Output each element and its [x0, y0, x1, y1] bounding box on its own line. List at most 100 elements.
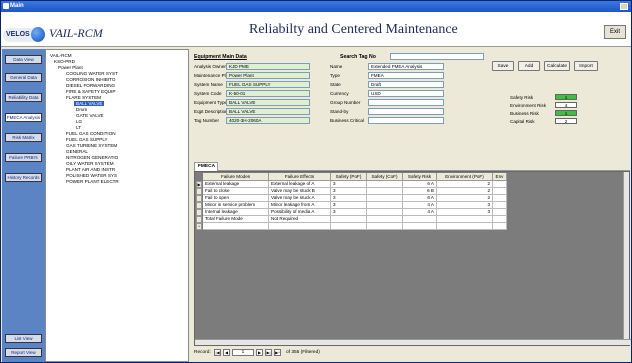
exit-button[interactable]: Exit — [604, 25, 626, 39]
equipment-type-field[interactable]: BALL VALVE — [226, 99, 310, 106]
tree-node[interactable]: POWER PLANT ELECTR — [66, 179, 119, 184]
column-header[interactable]: Env — [493, 173, 507, 181]
add-button[interactable]: Add — [518, 61, 540, 71]
grid-cell[interactable]: Valve may be stuck A — [269, 195, 331, 202]
tree-node[interactable]: COOLING WATER SYST — [66, 71, 118, 76]
grid-cell[interactable] — [331, 216, 367, 223]
nav-history-records[interactable]: History Records — [5, 173, 42, 182]
nav-risk-matrix[interactable]: Risk Matrix — [5, 133, 42, 142]
tab-fmeca[interactable]: FMECA — [194, 162, 218, 171]
grid-cell[interactable]: 3 — [331, 202, 367, 209]
type-field[interactable]: FMEA — [368, 72, 444, 79]
vertical-scrollbar[interactable] — [623, 172, 629, 345]
grid-cell[interactable]: Not Required — [269, 216, 331, 223]
row-selector[interactable] — [196, 216, 202, 223]
grid-cell[interactable] — [269, 223, 331, 230]
grid-cell[interactable] — [403, 223, 437, 230]
analysis-owner-field[interactable]: KJD PME — [226, 63, 310, 70]
column-header[interactable]: Failure Effects — [269, 173, 331, 181]
business-critical-field[interactable] — [368, 117, 444, 124]
tree-node[interactable]: NITROGEN GENERATIO — [66, 155, 118, 160]
first-record-icon[interactable]: |◀ — [214, 349, 221, 356]
grid-cell[interactable]: External leakage — [203, 181, 269, 188]
grid-cell[interactable] — [367, 195, 403, 202]
row-selector[interactable] — [196, 188, 202, 195]
name-field[interactable]: Extended FMEA Analysis — [368, 63, 444, 70]
tree-node[interactable]: GAS TURBINE SYSTEM — [66, 143, 117, 148]
row-selector[interactable] — [196, 202, 202, 209]
previous-record-icon[interactable]: ◀ — [223, 349, 230, 356]
grid-cell[interactable]: 6 B — [403, 188, 437, 195]
grid-cell[interactable]: 2 — [437, 188, 493, 195]
grid-cell[interactable]: Valve may be stuck B — [269, 188, 331, 195]
nav-failure-prbi[interactable]: Failure PRBI's — [5, 153, 42, 162]
horizontal-scrollbar[interactable] — [195, 339, 631, 345]
eqpt-description-field[interactable]: BALL VALVE — [226, 108, 310, 115]
tree-node[interactable]: LG — [76, 119, 82, 124]
grid-cell[interactable]: Possibility of media A — [269, 209, 331, 216]
window-control-button[interactable] — [620, 3, 628, 10]
grid-cell[interactable]: 4 A — [403, 209, 437, 216]
new-record-icon[interactable]: ▶* — [274, 349, 281, 356]
grid-cell[interactable]: Internal leakage — [203, 209, 269, 216]
state-field[interactable]: Draft — [368, 81, 444, 88]
grid-cell[interactable]: Fail to open — [203, 195, 269, 202]
tree-node[interactable]: FUEL GAS CONDITION — [66, 131, 116, 136]
calculate-button[interactable]: Calculate — [544, 61, 570, 71]
tree-node[interactable]: Power Plant — [58, 65, 83, 70]
grid-cell[interactable] — [493, 223, 507, 230]
tree-node-selected[interactable]: BALL VALVE — [74, 101, 105, 106]
tree-node[interactable]: OILY WATER SYSTEM — [66, 161, 114, 166]
tree-node[interactable]: FIRE & SAFETY EQUIP — [66, 89, 115, 94]
group-number-field[interactable] — [368, 99, 444, 106]
row-selector[interactable] — [196, 195, 202, 202]
tree-node[interactable]: DIESEL FORWARDING — [66, 83, 115, 88]
system-name-field[interactable]: FUEL GAS SUPPLY — [226, 81, 310, 88]
column-header[interactable]: Safety (PoF) — [331, 173, 367, 181]
grid-cell[interactable]: 3 — [331, 209, 367, 216]
grid-cell[interactable] — [331, 223, 367, 230]
tree-node[interactable]: PLANT AIR AND INSTR — [66, 167, 115, 172]
nav-general-data[interactable]: General Data — [5, 73, 42, 82]
row-selector-icon[interactable]: ▶ — [196, 181, 202, 188]
grid-cell[interactable] — [493, 202, 507, 209]
grid-cell[interactable]: 2 — [437, 195, 493, 202]
tree-node[interactable]: KSO-PRD — [54, 59, 75, 64]
current-record-field[interactable]: 1 — [232, 349, 254, 356]
column-header[interactable]: Safety (CoF) — [367, 173, 403, 181]
grid-cell[interactable] — [493, 216, 507, 223]
grid-cell[interactable]: 3 — [331, 181, 367, 188]
tree-node[interactable]: Drum — [76, 107, 87, 112]
grid-cell[interactable]: 2 — [437, 181, 493, 188]
grid-cell[interactable] — [367, 202, 403, 209]
save-button[interactable]: Save — [492, 61, 514, 71]
tree-node[interactable]: VAIL-RCM — [50, 53, 72, 58]
grid-cell[interactable]: Minor in service problem — [203, 202, 269, 209]
grid-cell[interactable] — [367, 209, 403, 216]
grid-cell[interactable] — [403, 216, 437, 223]
grid-cell[interactable] — [493, 195, 507, 202]
maintenance-plan-field[interactable]: Power Plant — [226, 72, 310, 79]
row-selector[interactable] — [196, 209, 202, 216]
grid-cell[interactable]: 3 — [437, 202, 493, 209]
grid-cell[interactable] — [367, 216, 403, 223]
grid-cell[interactable] — [203, 223, 269, 230]
tree-node[interactable]: POLISHED WATER SYS — [66, 173, 117, 178]
standby-field[interactable] — [368, 108, 444, 115]
search-tag-input[interactable] — [390, 53, 484, 60]
grid-cell[interactable]: 3 — [331, 195, 367, 202]
grid-cell[interactable]: 3 — [331, 188, 367, 195]
tree-node[interactable]: FLARE SYSTEM — [66, 95, 101, 100]
tree-node[interactable]: CORROSION INHIBITO — [66, 77, 115, 82]
grid-cell[interactable] — [493, 209, 507, 216]
grid-cell[interactable]: Total Failure Mode — [203, 216, 269, 223]
report-view-button[interactable]: Report View — [5, 348, 42, 357]
system-code-field[interactable]: K-50-01 — [226, 90, 310, 97]
column-header[interactable]: Failure Modes — [203, 173, 269, 181]
grid-cell[interactable] — [437, 223, 493, 230]
tag-number-field[interactable]: 4020-3H-2060A — [226, 117, 310, 124]
column-header[interactable]: Environment (PoF) — [437, 173, 493, 181]
tree-node[interactable]: FUEL GAS SUPPLY — [66, 137, 108, 142]
grid-cell[interactable] — [493, 188, 507, 195]
tree-node[interactable]: GATE VALVE — [76, 113, 104, 118]
